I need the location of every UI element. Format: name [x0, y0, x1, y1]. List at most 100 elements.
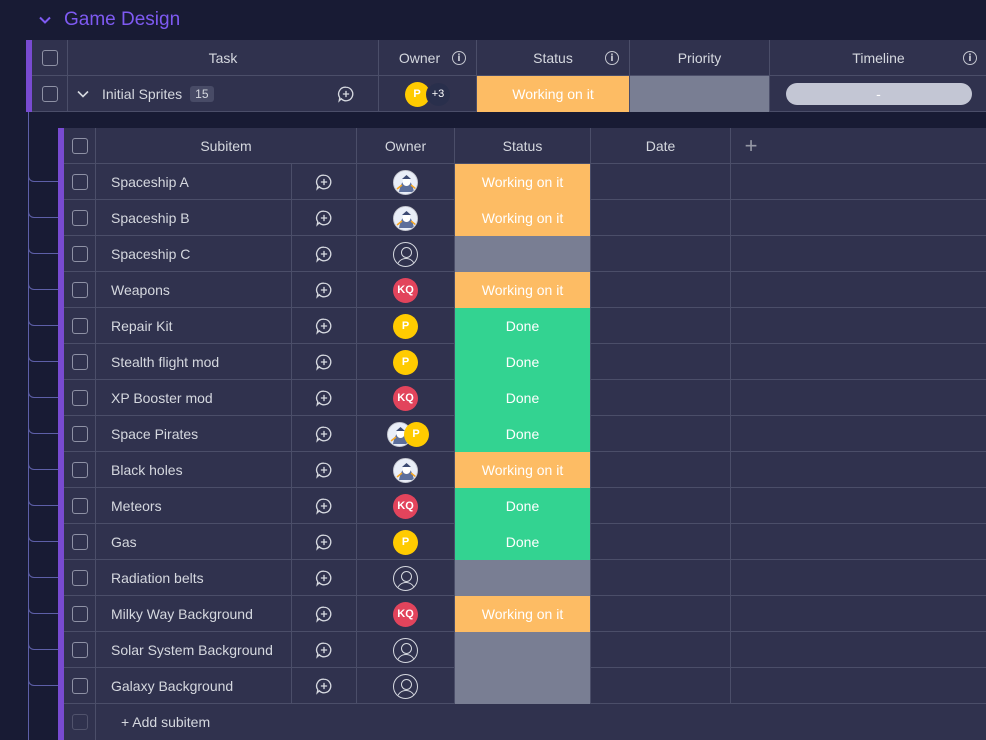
empty-avatar-icon[interactable]	[393, 637, 418, 663]
row-checkbox[interactable]	[71, 426, 88, 442]
select-all-cell[interactable]	[32, 40, 68, 76]
add-update-icon[interactable]	[315, 497, 333, 515]
row-checkbox[interactable]	[71, 678, 88, 694]
status-label[interactable]: Working on it	[477, 76, 629, 112]
info-icon[interactable]: i	[963, 51, 977, 65]
row-checkbox[interactable]	[71, 498, 88, 514]
subitem-name-cell[interactable]: Solar System Background	[96, 632, 292, 668]
timeline-cell[interactable]: -	[770, 76, 986, 112]
timeline-column-header[interactable]: Timeline i	[770, 40, 986, 76]
add-update-icon[interactable]	[315, 281, 333, 299]
owner-column-header[interactable]: Owner	[357, 128, 455, 164]
add-update-icon[interactable]	[315, 425, 333, 443]
row-checkbox[interactable]	[71, 210, 88, 226]
status-cell[interactable]: Working on it	[455, 272, 591, 308]
status-label[interactable]	[455, 632, 590, 668]
conversation-cell[interactable]	[292, 380, 357, 416]
row-checkbox[interactable]	[71, 534, 88, 550]
priority-cell[interactable]	[630, 76, 770, 112]
owner-avatar[interactable]: P	[393, 349, 418, 375]
row-checkbox[interactable]	[71, 390, 88, 406]
status-cell[interactable]: Working on it	[455, 200, 591, 236]
subitem-row[interactable]: Solar System Background	[64, 632, 986, 668]
date-cell[interactable]	[591, 236, 731, 272]
status-cell[interactable]: Working on it	[455, 164, 591, 200]
conversation-cell[interactable]	[292, 308, 357, 344]
task-name[interactable]: Initial Sprites	[102, 86, 182, 102]
status-cell[interactable]: Done	[455, 488, 591, 524]
main-item-row[interactable]: Initial Sprites 15 P +3 Working on it -	[32, 76, 986, 112]
row-checkbox[interactable]	[41, 86, 58, 102]
subitem-name[interactable]: Radiation belts	[111, 570, 204, 586]
status-label[interactable]: Working on it	[455, 596, 590, 632]
date-cell[interactable]	[591, 416, 731, 452]
subitem-row[interactable]: Black holes Working on it	[64, 452, 986, 488]
conversation-cell[interactable]	[292, 524, 357, 560]
subitem-name-cell[interactable]: XP Booster mod	[96, 380, 292, 416]
status-column-header[interactable]: Status	[455, 128, 591, 164]
status-cell[interactable]	[455, 560, 591, 596]
status-label[interactable]: Working on it	[455, 164, 590, 200]
select-all-checkbox[interactable]	[71, 138, 88, 154]
status-cell[interactable]: Working on it	[455, 452, 591, 488]
info-icon[interactable]: i	[452, 51, 466, 65]
date-cell[interactable]	[591, 344, 731, 380]
status-cell[interactable]: Done	[455, 416, 591, 452]
subitem-name[interactable]: Spaceship B	[111, 210, 190, 226]
timeline-pill[interactable]: -	[785, 83, 972, 105]
status-column-header[interactable]: Status i	[477, 40, 630, 76]
priority-column-header[interactable]: Priority	[630, 40, 770, 76]
add-column-button[interactable]: +	[731, 128, 771, 164]
row-select-cell[interactable]	[32, 76, 68, 112]
conversation-cell[interactable]	[292, 272, 357, 308]
owner-cell[interactable]: KQ	[357, 272, 455, 308]
row-checkbox[interactable]	[71, 642, 88, 658]
add-update-icon[interactable]	[315, 389, 333, 407]
owner-avatar[interactable]: KQ	[393, 601, 418, 627]
status-label[interactable]	[455, 236, 590, 272]
subitem-row[interactable]: Space Pirates P Done	[64, 416, 986, 452]
subitem-name-cell[interactable]: Radiation belts	[96, 560, 292, 596]
subitem-row[interactable]: Gas P Done	[64, 524, 986, 560]
subitem-name-cell[interactable]: Weapons	[96, 272, 292, 308]
row-select-cell[interactable]	[64, 560, 96, 596]
owner-cell[interactable]: P +3	[379, 76, 477, 112]
owner-avatar[interactable]: KQ	[393, 277, 418, 303]
subitem-name-cell[interactable]: Black holes	[96, 452, 292, 488]
empty-avatar-icon[interactable]	[393, 241, 418, 267]
subitem-row[interactable]: Spaceship C	[64, 236, 986, 272]
date-cell[interactable]	[591, 452, 731, 488]
subitem-name-cell[interactable]: Spaceship C	[96, 236, 292, 272]
add-update-icon[interactable]	[337, 85, 355, 103]
avatar-image[interactable]	[393, 205, 418, 231]
date-cell[interactable]	[591, 308, 731, 344]
row-select-cell[interactable]	[64, 344, 96, 380]
add-update-icon[interactable]	[315, 245, 333, 263]
subitem-name-cell[interactable]: Galaxy Background	[96, 668, 292, 704]
status-label[interactable]: Done	[455, 344, 590, 380]
subitem-row[interactable]: Spaceship B Working on it	[64, 200, 986, 236]
add-update-icon[interactable]	[315, 677, 333, 695]
subitem-name[interactable]: Solar System Background	[111, 642, 273, 658]
status-label[interactable]: Done	[455, 416, 590, 452]
plus-icon[interactable]: +	[745, 133, 758, 159]
subitem-name[interactable]: Meteors	[111, 498, 162, 514]
subitem-name-cell[interactable]: Gas	[96, 524, 292, 560]
row-select-cell[interactable]	[64, 452, 96, 488]
select-all-checkbox[interactable]	[41, 50, 58, 66]
conversation-cell[interactable]	[292, 632, 357, 668]
empty-avatar-icon[interactable]	[393, 565, 418, 591]
add-subitem-row[interactable]: + Add subitem	[64, 704, 986, 740]
date-cell[interactable]	[591, 668, 731, 704]
select-all-cell[interactable]	[64, 128, 96, 164]
owner-cell[interactable]	[357, 236, 455, 272]
subitem-name[interactable]: Spaceship A	[111, 174, 189, 190]
conversation-cell[interactable]	[292, 596, 357, 632]
row-checkbox[interactable]	[71, 570, 88, 586]
owner-cell[interactable]: P	[357, 308, 455, 344]
add-update-icon[interactable]	[315, 533, 333, 551]
owner-avatar[interactable]: KQ	[393, 385, 418, 411]
subitem-name[interactable]: Space Pirates	[111, 426, 198, 442]
subitem-name[interactable]: XP Booster mod	[111, 390, 213, 406]
conversation-cell[interactable]	[292, 344, 357, 380]
